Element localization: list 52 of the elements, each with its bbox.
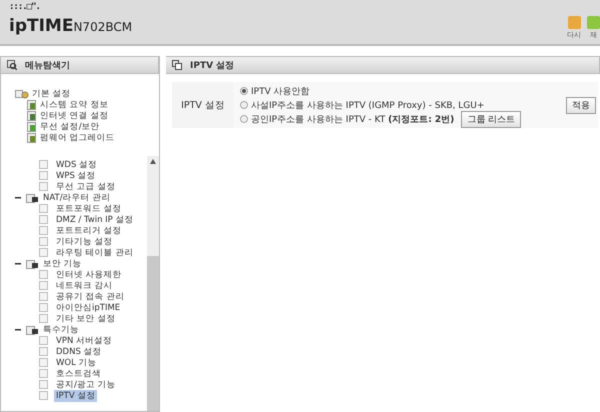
apply-button[interactable]: 적용: [566, 96, 596, 114]
menu-item[interactable]: VPN 서버설정: [54, 334, 114, 346]
menu-group[interactable]: 기본 설정: [32, 88, 71, 100]
radio-button[interactable]: [240, 115, 248, 123]
menu-item[interactable]: 인터넷 연결 설정: [40, 110, 108, 122]
menu-group[interactable]: 보안 기능: [43, 258, 82, 270]
setting-label: IPTV 설정: [180, 98, 226, 112]
group-list-button[interactable]: 그룹 리스트: [461, 110, 522, 128]
search-icon: [7, 60, 17, 70]
menu-item[interactable]: IPTV 설정: [54, 390, 98, 402]
option-label[interactable]: IPTV 사용안함: [251, 84, 310, 98]
menu-item[interactable]: 라우팅 테이블 관리: [54, 246, 136, 258]
menu-item[interactable]: 공유기 접속 관리: [54, 290, 126, 302]
menu-item[interactable]: 공지/광고 기능: [54, 378, 118, 390]
menu-item[interactable]: 기타 보안 설정: [54, 312, 118, 324]
radio-button[interactable]: [240, 87, 248, 95]
folder-icon: [26, 192, 40, 202]
folder-icon: [26, 258, 40, 268]
menu-item[interactable]: 기타기능 설정: [54, 236, 115, 248]
option-label[interactable]: 사설IP주소를 사용하는 IPTV (IGMP Proxy) - SKB, LGU+: [251, 98, 484, 112]
window-icon: [172, 60, 182, 70]
radio-button[interactable]: [240, 101, 248, 109]
menu-item[interactable]: 포트트리거 설정: [54, 224, 124, 236]
menu-group[interactable]: NAT/라우터 관리: [43, 192, 110, 204]
menu-item[interactable]: 펌웨어 업그레이드: [40, 132, 115, 144]
menu-item[interactable]: DMZ / Twin IP 설정: [54, 214, 136, 226]
scroll-up-arrow-icon[interactable]: [150, 159, 156, 164]
menu-item[interactable]: 인터넷 사용제한: [54, 268, 124, 280]
menu-item[interactable]: 포트포워드 설정: [54, 202, 124, 214]
brand-name: ipTIME: [9, 16, 74, 36]
collapse-icon[interactable]: [15, 326, 21, 333]
collapse-icon[interactable]: [15, 260, 21, 267]
scrollbar[interactable]: [147, 156, 159, 411]
folder-icon: [26, 324, 40, 334]
menu-item[interactable]: DDNS 설정: [54, 346, 104, 358]
menu-item[interactable]: 아이안심ipTIME: [54, 302, 122, 314]
menu-item[interactable]: 호스트검색: [54, 368, 103, 380]
logo-mark: :::.□".: [9, 2, 41, 12]
option-label[interactable]: 공인IP주소를 사용하는 IPTV - KT (지정포트: 2번): [251, 112, 454, 126]
menu-item[interactable]: 무선 설정/보안: [40, 120, 100, 132]
collapse-icon[interactable]: [15, 194, 21, 201]
sidebar-title: 메뉴탐색기: [25, 60, 70, 72]
menu-item[interactable]: WOL 기능: [54, 356, 99, 368]
model-name: N702BCM: [73, 20, 132, 34]
scrollbar-thumb[interactable]: [147, 256, 159, 411]
panel-title: IPTV 설정: [190, 60, 234, 72]
menu-item[interactable]: WPS 설정: [54, 170, 98, 182]
menu-item[interactable]: 무선 고급 설정: [54, 180, 118, 192]
menu-group[interactable]: 특수기능: [43, 324, 79, 336]
menu-item[interactable]: WDS 설정: [54, 158, 100, 170]
menu-item[interactable]: 네트워크 감시: [54, 280, 115, 292]
menu-item[interactable]: 시스템 요약 정보: [40, 98, 108, 110]
